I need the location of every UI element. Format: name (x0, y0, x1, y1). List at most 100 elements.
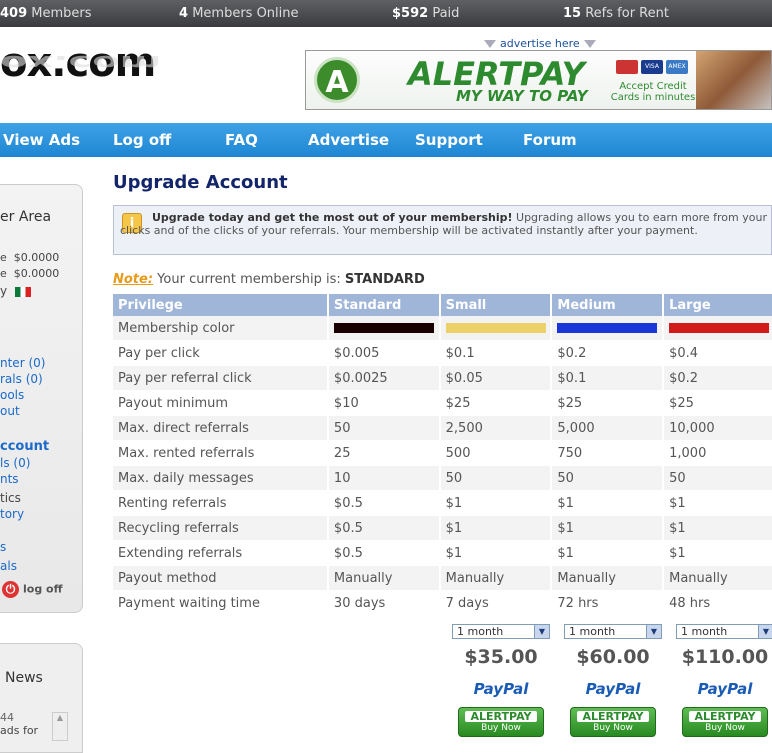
table-cell: 30 days (328, 591, 439, 616)
logo-reflection: ox.com (0, 51, 162, 74)
nav-support[interactable]: Support (415, 131, 483, 149)
refs-stat: 15 Refs for Rent (563, 6, 669, 21)
row-label: Extending referrals (113, 541, 327, 566)
nav-view-ads[interactable]: View Ads (3, 131, 80, 149)
table-row: Pay per click $0.005 $0.1 $0.2 $0.4 (113, 341, 772, 366)
table-cell: $0.2 (664, 366, 772, 391)
table-cell: 50 (440, 466, 551, 491)
buy-now-label: Buy Now (481, 723, 521, 733)
banner-photo (696, 51, 771, 109)
chevron-down-icon: ▼ (758, 625, 772, 638)
chevron-down-icon: ▼ (646, 625, 661, 638)
table-cell: $0.4 (664, 341, 772, 366)
alertpay-label: ALERTPAY (577, 711, 649, 722)
color-cell (552, 316, 663, 341)
col-header: Large (664, 294, 772, 316)
table-cell: $0.2 (552, 341, 663, 366)
banner-tagline: MY WAY TO PAY (456, 87, 588, 105)
table-cell: $1 (664, 516, 772, 541)
members-label: Members (31, 6, 92, 21)
sidebar-link[interactable]: als (0, 559, 17, 573)
row-label: Recycling referrals (113, 516, 327, 541)
color-swatch (557, 323, 658, 333)
table-cell: $0.5 (328, 541, 439, 566)
period-select[interactable]: 1 month ▼ (676, 624, 772, 639)
table-cell: 5,000 (552, 416, 663, 441)
amex-icon: AMEX (666, 60, 688, 74)
row-label: Payout method (113, 566, 327, 591)
sidebar-logoff[interactable]: ⏻ log off (2, 581, 63, 598)
nav-log-off[interactable]: Log off (113, 131, 171, 149)
chevron-down-icon: ▼ (534, 625, 549, 638)
table-cell: Manually (328, 566, 439, 591)
table-cell: 10 (328, 466, 439, 491)
alertpay-buy-button[interactable]: ALERTPAY Buy Now (682, 707, 768, 737)
refs-label: Refs for Rent (585, 6, 669, 21)
table-cell: $1 (440, 491, 551, 516)
table-row: Membership color (113, 316, 772, 341)
alertpay-logo-icon: A (314, 57, 360, 103)
balance-label: e (0, 251, 7, 264)
sidebar-link[interactable]: out (0, 404, 20, 418)
color-cell (664, 316, 772, 341)
refs-count: 15 (563, 6, 582, 21)
col-header: Privilege (113, 294, 327, 316)
sidebar-link[interactable]: ools (0, 388, 24, 402)
paypal-button[interactable]: PayPal (670, 680, 772, 698)
color-swatch (669, 323, 770, 333)
period-select[interactable]: 1 month ▼ (564, 624, 662, 639)
nav-faq[interactable]: FAQ (225, 131, 258, 149)
sidebar-link[interactable]: nts (0, 472, 19, 486)
table-row: Renting referrals $0.5 $1 $1 $1 (113, 491, 772, 516)
table-cell: $10 (328, 391, 439, 416)
table-cell: $0.1 (440, 341, 551, 366)
table-cell: $0.5 (328, 491, 439, 516)
row-label: Renting referrals (113, 491, 327, 516)
nav-advertise[interactable]: Advertise (308, 131, 389, 149)
sidebar-link[interactable]: tory (0, 507, 24, 521)
triangle-down-icon (583, 40, 596, 48)
sidebar-logoff-label: log off (23, 582, 63, 596)
current-membership: STANDARD (344, 272, 425, 287)
table-cell: $0.005 (328, 341, 439, 366)
table-cell: 2,500 (440, 416, 551, 441)
sidebar-link[interactable]: nter (0) (0, 356, 45, 370)
sidebar-link[interactable]: rals (0) (0, 372, 43, 386)
sidebar-link[interactable]: s (0, 540, 6, 554)
balance-value: $0.0000 (13, 251, 60, 264)
paypal-button[interactable]: PayPal (446, 680, 556, 698)
main-nav: View Ads Log off FAQ Advertise Support F… (0, 123, 772, 157)
table-cell: 1,000 (664, 441, 772, 466)
alertpay-buy-button[interactable]: ALERTPAY Buy Now (570, 707, 656, 737)
alertpay-buy-button[interactable]: ALERTPAY Buy Now (458, 707, 544, 737)
membership-note: Note: Your current membership is: STANDA… (113, 272, 425, 287)
color-swatch (445, 323, 546, 333)
row-label: Max. direct referrals (113, 416, 327, 441)
sidebar-account-heading[interactable]: ccount (0, 439, 49, 454)
sidebar-heading: er Area (0, 209, 52, 225)
nav-forum[interactable]: Forum (523, 131, 577, 149)
note-label: Note: (113, 272, 154, 287)
row-label: Payment waiting time (113, 591, 327, 616)
mastercard-icon (616, 60, 638, 74)
credit-cards: VISA AMEX (616, 60, 688, 74)
online-count: 4 (179, 6, 189, 21)
plan-price: $35.00 (464, 646, 538, 668)
members-stat: 409 Members (0, 6, 92, 21)
scroll-up-icon[interactable]: ▲ (53, 713, 67, 722)
triangle-down-icon (484, 40, 496, 48)
alertpay-banner[interactable]: A ALERTPAY MY WAY TO PAY VISA AMEX Accep… (305, 50, 772, 110)
period-select[interactable]: 1 month ▼ (452, 624, 550, 639)
buy-now-label: Buy Now (705, 723, 745, 733)
color-cell (328, 316, 439, 341)
row-label: Max. daily messages (113, 466, 327, 491)
table-cell: $25 (664, 391, 772, 416)
paypal-button[interactable]: PayPal (558, 680, 668, 698)
mexico-flag-icon (14, 286, 31, 297)
table-cell: $1 (440, 516, 551, 541)
notice-text: Upgrade today and get the most out of yo… (120, 211, 768, 237)
advertise-here-link[interactable]: advertise here (480, 37, 600, 50)
news-scrollbar[interactable]: ▲ (52, 712, 68, 741)
sidebar-link[interactable]: ls (0) (0, 456, 30, 470)
plan-price: $110.00 (681, 646, 769, 668)
